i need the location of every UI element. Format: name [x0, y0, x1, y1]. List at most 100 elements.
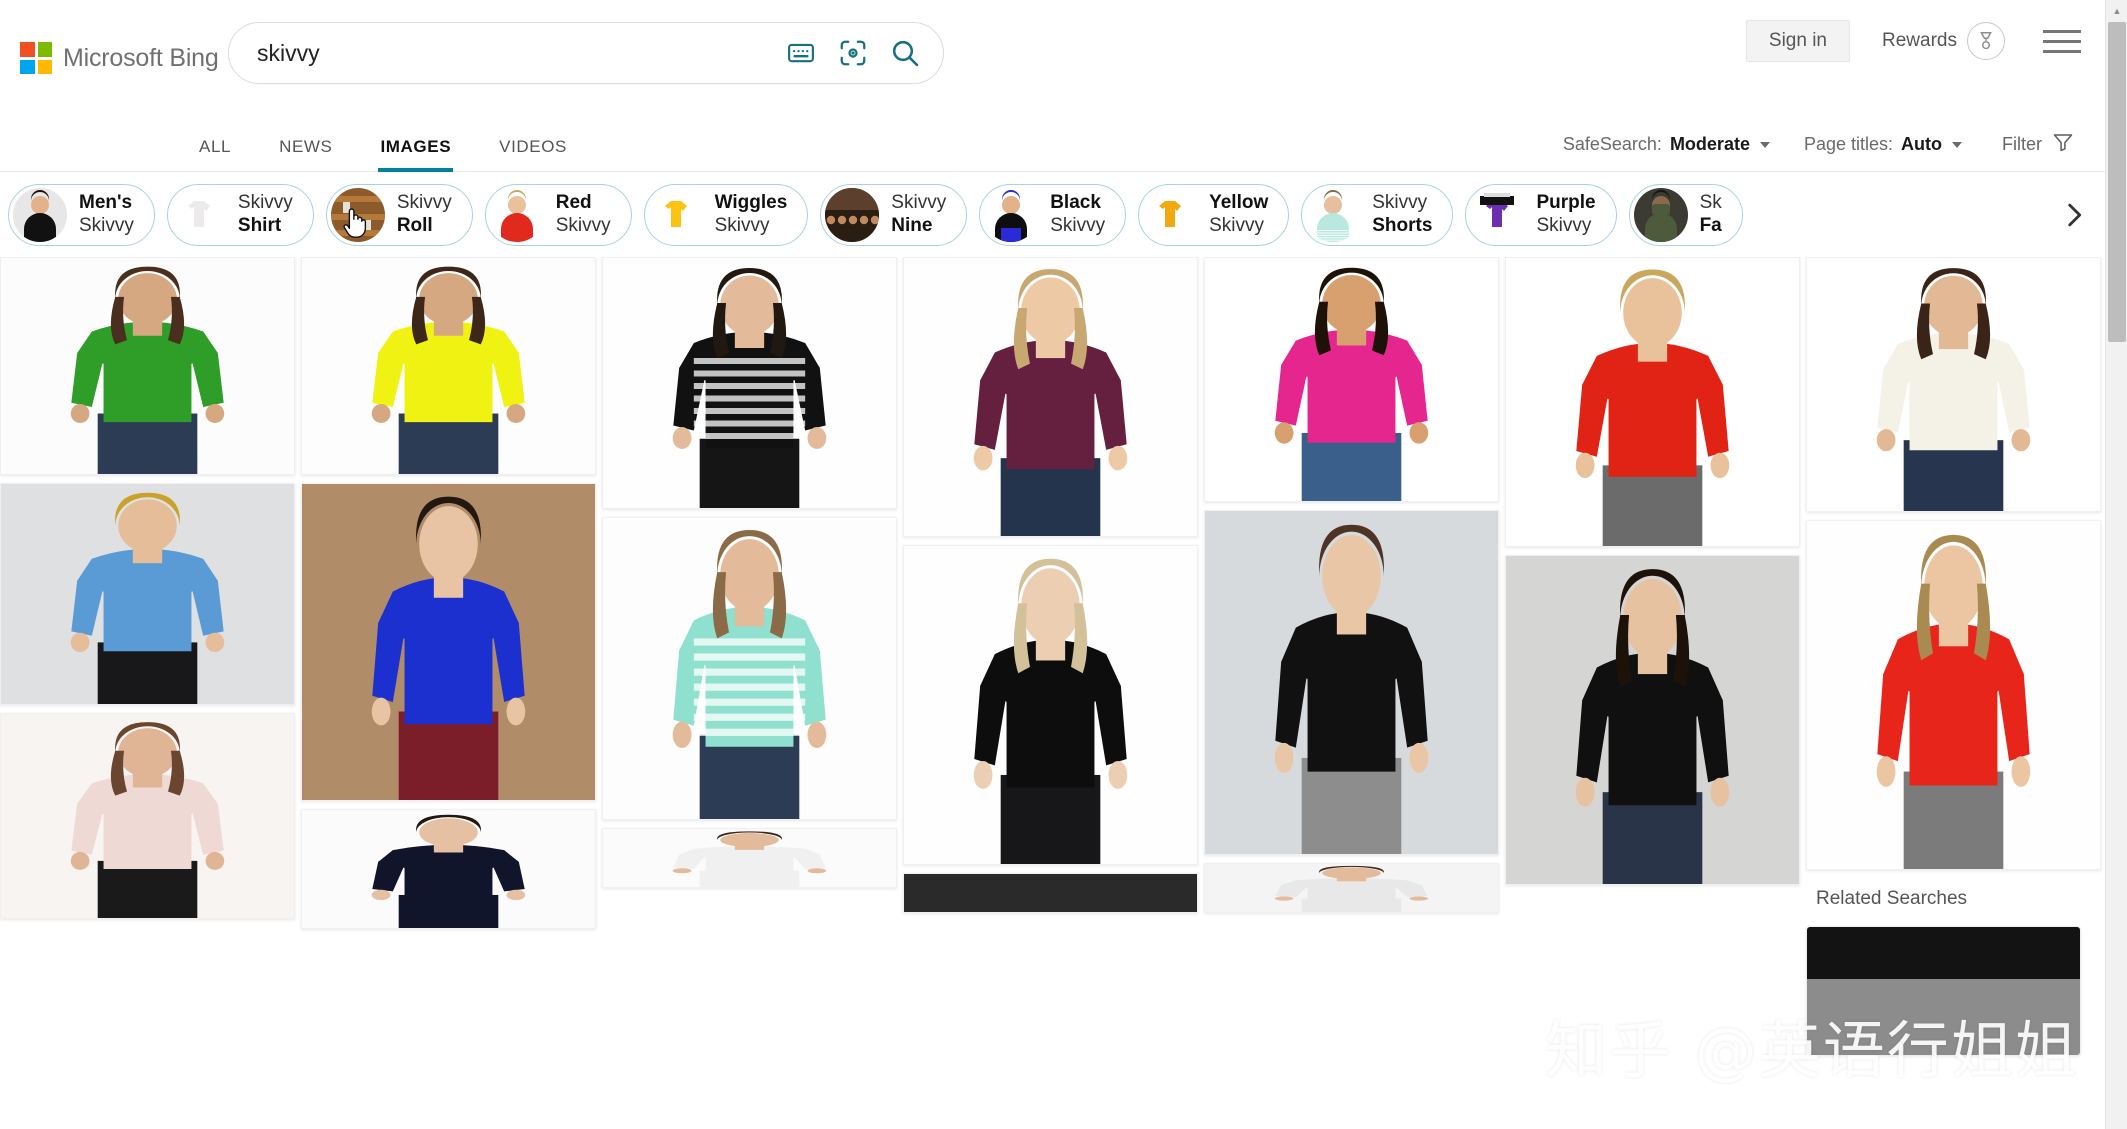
magnifier-search-icon[interactable] [879, 27, 931, 79]
related-search-chip[interactable]: Skivvy Roll [325, 183, 473, 246]
safesearch-label: SafeSearch: [1562, 134, 1662, 154]
chip-label-line1: Black [1050, 192, 1101, 214]
keyboard-icon[interactable] [775, 27, 827, 79]
yellow-skivvy-thumb [1143, 187, 1198, 242]
image-result-card[interactable] [301, 483, 596, 801]
related-search-card-bottom [1807, 979, 2080, 1055]
image-result-card[interactable] [1505, 257, 1800, 547]
related-search-chip[interactable]: Men's Skivvy [8, 183, 155, 246]
image-grid-column [1204, 257, 1499, 1129]
chip-label: Skivvy Shorts [1372, 192, 1432, 236]
related-search-chip[interactable]: Purple Skivvy [1465, 183, 1617, 246]
chip-label-line2: Fa [1699, 214, 1722, 236]
chip-label-line1: Skivvy [1372, 192, 1428, 214]
image-result-card[interactable] [0, 483, 295, 705]
tab-images[interactable]: IMAGES [356, 137, 475, 172]
chip-label-line2: Skivvy [1536, 214, 1592, 236]
visual-search-camera-icon[interactable] [827, 27, 879, 79]
chip-label: Yellow Skivvy [1209, 192, 1268, 236]
chip-label: Sk Fa [1700, 192, 1722, 236]
related-search-chip[interactable]: Black Skivvy [979, 183, 1127, 246]
black-skivvy-blue-skirt-thumb [984, 187, 1039, 242]
tab-all[interactable]: ALL [175, 137, 255, 171]
related-search-chip[interactable]: Sk Fa [1628, 183, 1743, 246]
safesearch-dropdown[interactable]: SafeSearch: Moderate [1563, 134, 1770, 155]
rewards-button[interactable]: Rewards [1882, 22, 2005, 60]
chevron-down-icon [1952, 141, 1962, 148]
funnel-filter-icon [2051, 130, 2075, 159]
red-turtleneck-boy-thumb [489, 187, 544, 242]
image-result-card[interactable] [1204, 510, 1499, 855]
chip-label-line1: Yellow [1209, 192, 1269, 214]
image-result-card[interactable] [903, 873, 1198, 913]
chip-label-line2: Skivvy [555, 214, 611, 236]
image-grid-column [1505, 257, 1800, 1129]
image-results-grid: Related Searches [0, 257, 2105, 1129]
chip-label-line1: Men's [79, 192, 133, 214]
image-grid-column: Related Searches [1806, 257, 2101, 1129]
search-box[interactable] [228, 22, 944, 84]
browser-viewport: Microsoft Bing skivvy Sign in Rewards AL… [0, 0, 2105, 1129]
chip-label-line1: Wiggles [714, 192, 788, 214]
hamburger-menu-icon[interactable] [2043, 24, 2083, 58]
safesearch-value: Moderate [1669, 134, 1750, 154]
chip-label: Wiggles Skivvy [715, 192, 788, 236]
chip-label: Purple Skivvy [1536, 192, 1595, 236]
chip-label: Skivvy Nine [891, 192, 946, 236]
wooden-roll-thumb [330, 187, 385, 242]
chip-label-line2: Skivvy [1050, 214, 1106, 236]
search-input[interactable] [229, 39, 775, 67]
image-result-card[interactable] [602, 257, 897, 509]
image-grid-column [903, 257, 1198, 1129]
chip-label-line1: Skivvy [396, 192, 452, 214]
page-titles-dropdown[interactable]: Page titles: Auto [1804, 134, 1962, 155]
filter-label: Filter [2002, 134, 2042, 154]
chip-label-line1: Red [555, 192, 592, 214]
image-result-card[interactable] [1204, 257, 1499, 502]
mint-striped-top-thumb [1306, 187, 1361, 242]
purple-skivvy-thumb [1470, 187, 1525, 242]
chip-label-line2: Skivvy [1209, 214, 1265, 236]
related-search-chip[interactable]: Red Skivvy [484, 183, 632, 246]
related-search-chip[interactable]: Yellow Skivvy [1138, 183, 1290, 246]
tab-videos[interactable]: VIDEOS [475, 137, 591, 171]
image-result-card[interactable] [602, 828, 897, 888]
filter-button[interactable]: Filter [2002, 130, 2075, 159]
yellow-wiggles-shirt-thumb [648, 187, 703, 242]
image-grid-column [602, 257, 897, 1129]
related-search-chip[interactable]: Skivvy Shorts [1301, 183, 1454, 246]
image-result-card[interactable] [1806, 257, 2101, 512]
bing-header: Microsoft Bing skivvy Sign in Rewards [0, 0, 2105, 116]
related-search-chip[interactable]: Wiggles Skivvy [643, 183, 809, 246]
image-result-card[interactable] [301, 809, 596, 929]
image-result-card[interactable] [903, 257, 1198, 537]
image-result-card[interactable] [1806, 520, 2101, 870]
chip-label-line2: Roll [396, 214, 433, 236]
rewards-label: Rewards [1882, 30, 1957, 51]
page-scrollbar[interactable]: ▲ [2105, 0, 2127, 1129]
chip-label-line2: Skivvy [79, 214, 134, 236]
sign-in-button[interactable]: Sign in [1745, 20, 1851, 62]
chip-label: Red Skivvy [556, 192, 611, 236]
image-result-card[interactable] [0, 713, 295, 919]
tab-news[interactable]: NEWS [255, 137, 356, 171]
related-search-result-card[interactable] [1806, 926, 2081, 1056]
chip-label-line1: Skivvy [891, 192, 947, 214]
image-result-card[interactable] [903, 545, 1198, 865]
image-result-card[interactable] [1204, 863, 1499, 913]
image-result-card[interactable] [1505, 555, 1800, 885]
search-vertical-tabs: ALL NEWS IMAGES VIDEOS SafeSearch: Moder… [0, 116, 2105, 172]
account-area: Sign in Rewards [1745, 20, 2083, 62]
image-result-card[interactable] [301, 257, 596, 475]
chevron-right-icon[interactable] [2045, 172, 2103, 257]
chevron-down-icon [1759, 141, 1770, 148]
bing-logo[interactable]: Microsoft Bing [20, 42, 220, 74]
related-search-chip[interactable]: Skivvy Shirt [166, 183, 314, 246]
scrollbar-up-arrow[interactable]: ▲ [2106, 0, 2127, 22]
image-result-card[interactable] [0, 257, 295, 475]
chip-label-line2: Skivvy [714, 214, 770, 236]
scrollbar-thumb[interactable] [2108, 22, 2126, 342]
related-search-chip[interactable]: Skivvy Nine [820, 183, 968, 246]
image-result-card[interactable] [602, 517, 897, 820]
microsoft-squares-logo-icon [20, 42, 52, 74]
